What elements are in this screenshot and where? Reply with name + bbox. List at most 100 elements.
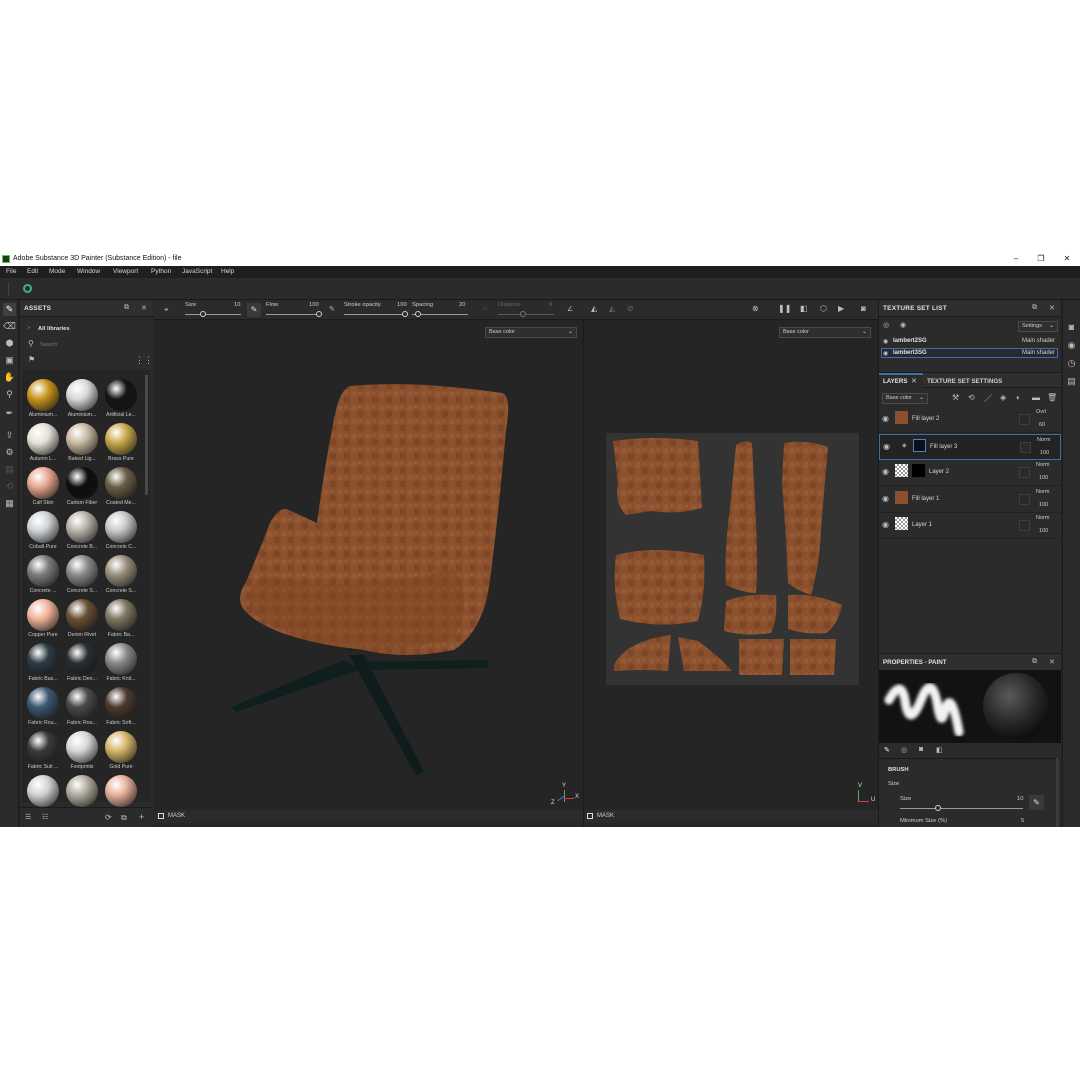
- menu-viewport[interactable]: Viewport: [113, 268, 138, 275]
- sort-icon[interactable]: ☰: [25, 813, 31, 821]
- material-thumbnail[interactable]: Fabric Rou...: [63, 685, 101, 729]
- texture-settings-dropdown[interactable]: Settings ⌄: [1018, 321, 1058, 332]
- min-size-value[interactable]: 5: [1021, 818, 1024, 824]
- spacing-slider[interactable]: [412, 311, 468, 317]
- eye-icon[interactable]: ◉: [883, 350, 888, 357]
- material-thumbnail[interactable]: Calf Skin: [24, 465, 62, 509]
- mirror-icon[interactable]: ◭: [591, 304, 597, 313]
- material-thumbnail[interactable]: Aluminium...: [24, 377, 62, 421]
- eye-icon[interactable]: ◉: [882, 467, 889, 476]
- chevron-right-icon[interactable]: ›: [28, 325, 30, 331]
- size-value[interactable]: 10: [234, 302, 240, 308]
- layer-color-swatch[interactable]: [1019, 520, 1030, 532]
- distance-value[interactable]: 9: [549, 302, 552, 308]
- cube-icon[interactable]: ⬡: [820, 304, 827, 313]
- layer-color-swatch[interactable]: [1019, 493, 1030, 505]
- refresh-icon[interactable]: ⟳: [105, 813, 112, 822]
- pen-pressure-icon[interactable]: ✎: [247, 303, 261, 317]
- texture-set-row[interactable]: ◉ lambert2SG Main shader: [881, 337, 1058, 347]
- mask-icon[interactable]: ◐: [1016, 393, 1021, 402]
- close-tab-icon[interactable]: ✕: [911, 377, 917, 385]
- material-thumbnail[interactable]: Baked Lig...: [63, 421, 101, 465]
- eye-icon[interactable]: ◉: [900, 321, 906, 329]
- flow-slider[interactable]: [266, 311, 322, 317]
- material-thumbnail[interactable]: Concrete ...: [24, 553, 62, 597]
- undock-icon[interactable]: ⧉: [1032, 658, 1037, 666]
- display-settings-icon[interactable]: ◉: [1065, 339, 1078, 352]
- material-thumbnail[interactable]: Fabric Soft...: [102, 685, 140, 729]
- brush-tab-icon[interactable]: ✎: [884, 746, 890, 754]
- brush-size-pressure-icon[interactable]: ✎: [1029, 795, 1044, 810]
- symmetry-icon[interactable]: ⌖: [164, 305, 169, 315]
- link-icon[interactable]: ⊘: [627, 304, 634, 313]
- lazy-mouse-icon[interactable]: ⁘: [482, 305, 488, 313]
- properties-scrollbar[interactable]: [1056, 758, 1059, 827]
- close-panel-icon[interactable]: ✕: [1049, 658, 1055, 666]
- chair-model[interactable]: [154, 320, 583, 810]
- material-thumbnail[interactable]: Fabric Ba...: [102, 597, 140, 641]
- projection-icon[interactable]: ⬢: [3, 337, 16, 350]
- mirror-off-icon[interactable]: ◭: [609, 304, 615, 313]
- smudge-icon[interactable]: ✋: [3, 371, 16, 384]
- angle-icon[interactable]: ∠: [567, 305, 573, 313]
- layer-opacity[interactable]: 100: [1039, 502, 1048, 508]
- layer-blend-mode[interactable]: Norm: [1036, 462, 1049, 468]
- alpha-tab-icon[interactable]: ◎: [901, 746, 907, 754]
- menu-python[interactable]: Python: [151, 268, 171, 275]
- layer-blend-mode[interactable]: Norm: [1036, 515, 1049, 521]
- log-icon[interactable]: ▤: [1065, 375, 1078, 388]
- layer-opacity[interactable]: 100: [1040, 450, 1049, 456]
- size-slider[interactable]: [185, 311, 241, 317]
- eye-icon[interactable]: ◉: [882, 414, 889, 423]
- list-icon[interactable]: ☷: [42, 813, 48, 821]
- camera-icon[interactable]: ▶: [838, 304, 844, 313]
- smart-mask-icon[interactable]: ⟲: [968, 393, 975, 402]
- material-thumbnail[interactable]: Fabric Bas...: [24, 641, 62, 685]
- assets-scrollbar[interactable]: [145, 375, 148, 495]
- hide-overlay-icon[interactable]: ⊗: [752, 304, 759, 313]
- close-button[interactable]: ✕: [1061, 254, 1073, 263]
- minimize-button[interactable]: –: [1010, 254, 1022, 263]
- flow-value[interactable]: 100: [309, 302, 319, 308]
- history-icon[interactable]: ◷: [1065, 357, 1078, 370]
- eraser-icon[interactable]: ⌫: [3, 320, 16, 333]
- material-thumbnail[interactable]: Fabric Rou...: [24, 685, 62, 729]
- material-thumbnail[interactable]: Fabric Knit...: [102, 641, 140, 685]
- layer-row[interactable]: ◉ Layer 2 Norm 100: [879, 460, 1061, 487]
- menu-window[interactable]: Window: [77, 268, 100, 275]
- layer-blend-mode[interactable]: Norm: [1036, 489, 1049, 495]
- add-icon[interactable]: +: [139, 812, 144, 822]
- material-thumbnail[interactable]: Concrete C...: [102, 509, 140, 553]
- search-input[interactable]: [40, 340, 140, 350]
- material-thumbnail[interactable]: Fabric Den...: [63, 641, 101, 685]
- material-thumbnail[interactable]: Concrete S...: [102, 553, 140, 597]
- spacing-value[interactable]: 20: [459, 302, 465, 308]
- tab-texture-set-settings[interactable]: TEXTURE SET SETTINGS: [927, 378, 1002, 385]
- close-panel-icon[interactable]: ✕: [141, 304, 147, 312]
- material-thumbnail[interactable]: Autumn L...: [24, 421, 62, 465]
- grid-view-icon[interactable]: ⋮⋮: [135, 355, 153, 366]
- mask-checkbox-3d[interactable]: [158, 813, 164, 819]
- layer-row[interactable]: ◉ Fill layer 1 Norm 100: [879, 486, 1061, 513]
- maximize-button[interactable]: ❐: [1035, 254, 1047, 263]
- material-thumbnail[interactable]: Brass Pure: [102, 421, 140, 465]
- layer-color-swatch[interactable]: [1019, 414, 1030, 425]
- sync-icon[interactable]: [23, 284, 32, 293]
- mask-checkbox-2d[interactable]: [587, 813, 593, 819]
- material-thumbnail[interactable]: Concrete S...: [63, 553, 101, 597]
- material-thumbnail[interactable]: Denim Rivet: [63, 597, 101, 641]
- viewport-3d[interactable]: Base color ⌄ Y X Z: [154, 320, 583, 810]
- visibility-toggle-icon[interactable]: ◎: [883, 321, 889, 329]
- polygon-fill-icon[interactable]: ▣: [3, 354, 16, 367]
- material-thumbnail[interactable]: Fabric Suit ...: [24, 729, 62, 773]
- layer-channel-dropdown[interactable]: Base color ⌄: [882, 393, 928, 404]
- material-thumbnail[interactable]: Copper Pure: [24, 597, 62, 641]
- material-thumbnail[interactable]: Carbon Fiber: [63, 465, 101, 509]
- uv-map[interactable]: [606, 433, 859, 685]
- layer-opacity[interactable]: 60: [1039, 422, 1045, 428]
- eye-icon[interactable]: ◉: [883, 338, 888, 345]
- flow-pressure-icon[interactable]: ✎: [329, 305, 335, 313]
- stencil-tab-icon[interactable]: ◙: [919, 746, 923, 753]
- layer-opacity[interactable]: 100: [1039, 528, 1048, 534]
- layer-color-swatch[interactable]: [1019, 467, 1030, 479]
